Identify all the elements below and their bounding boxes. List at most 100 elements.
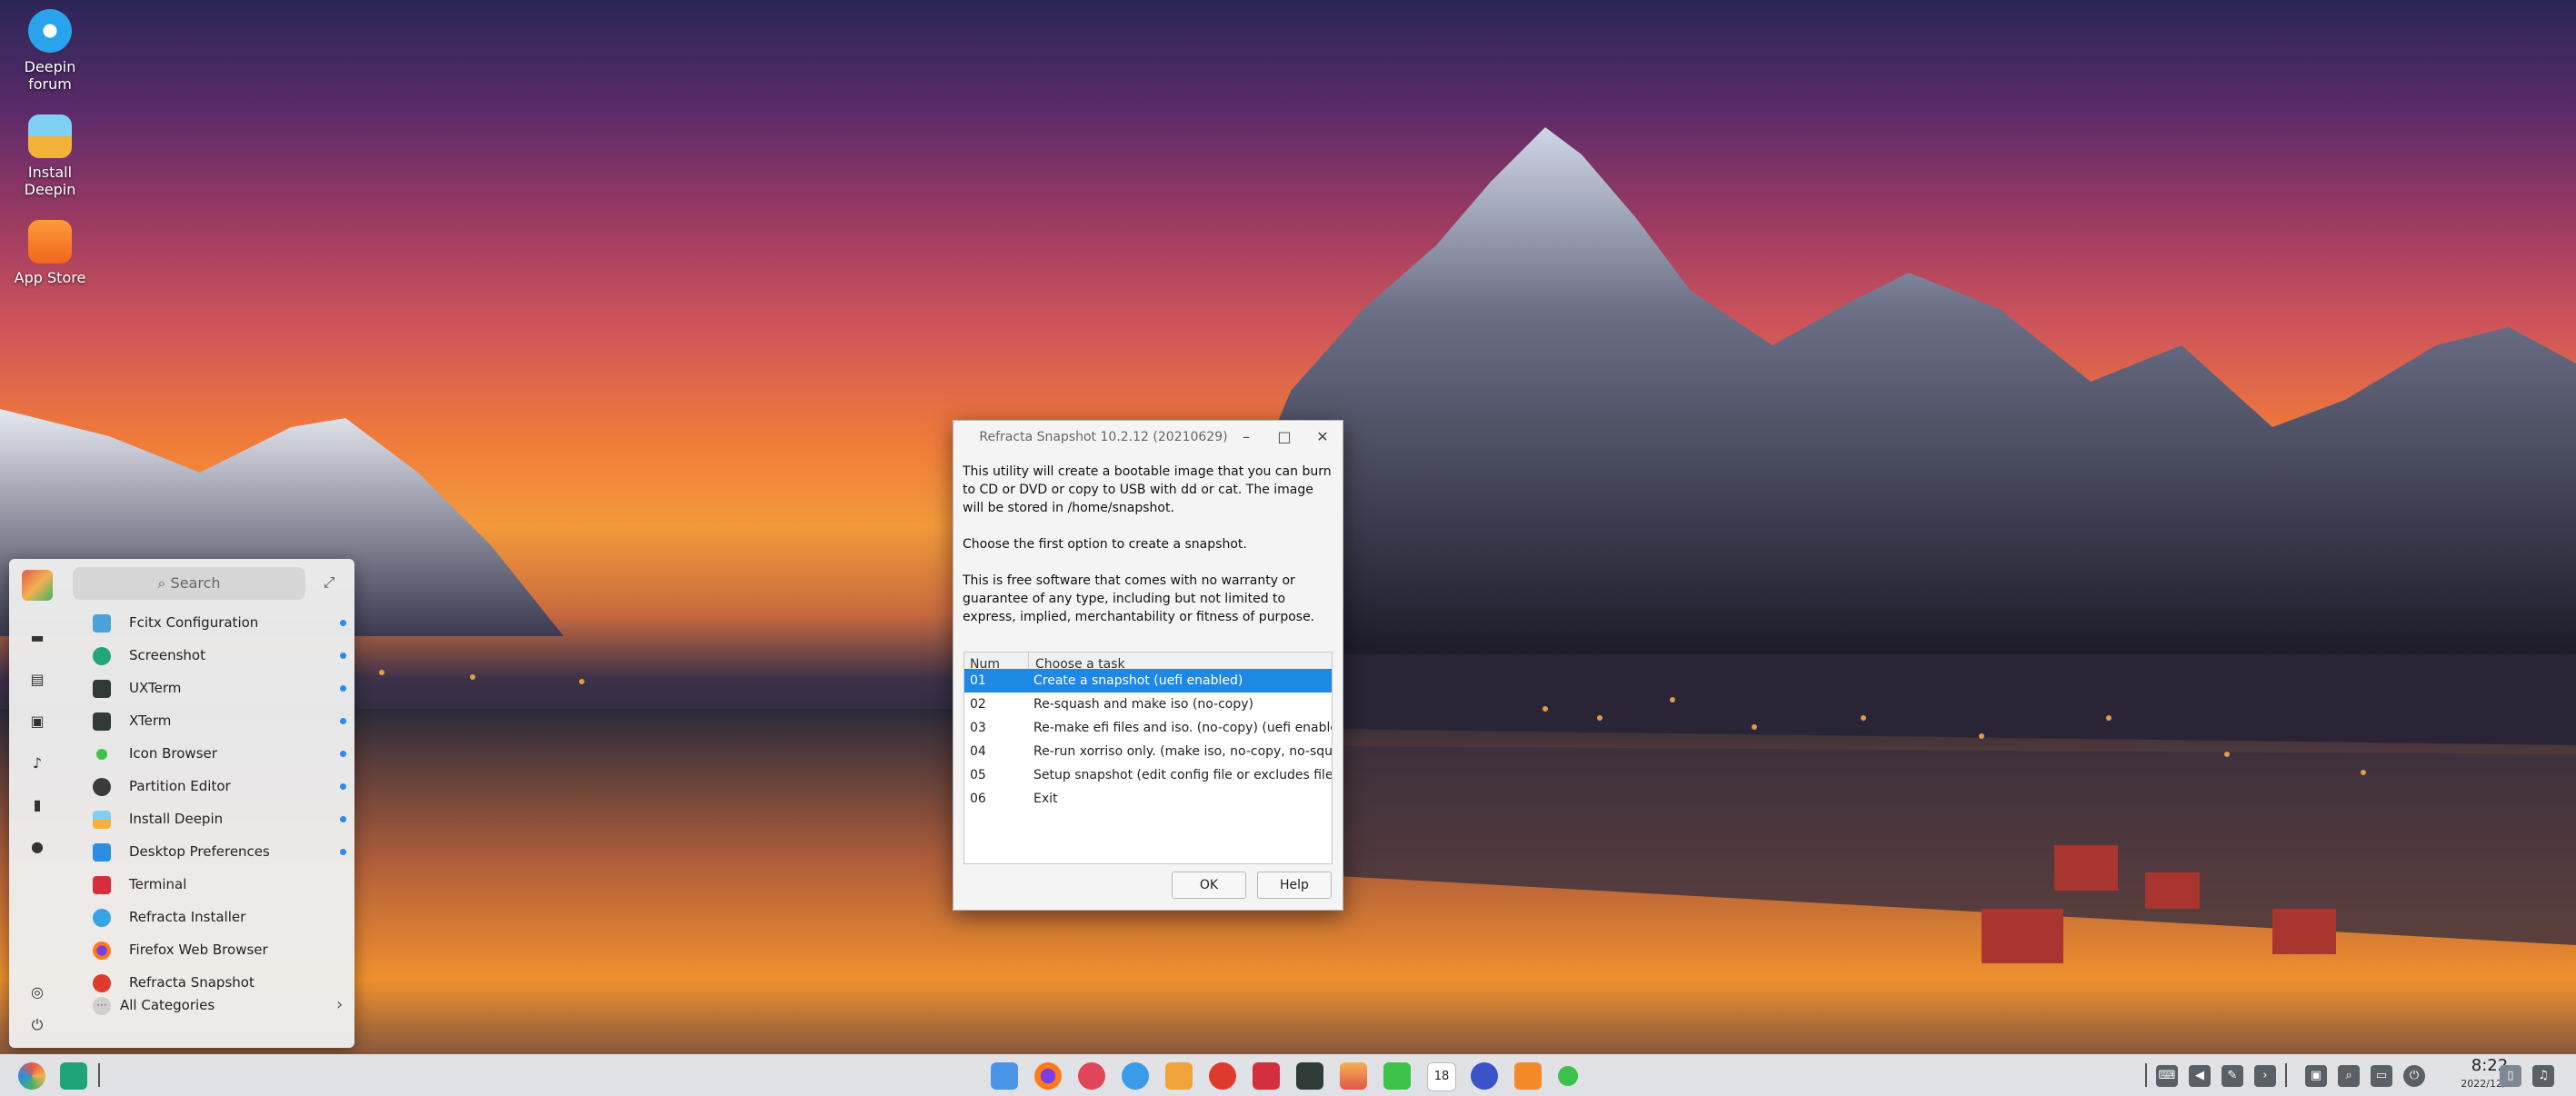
launcher-item-label: Firefox Web Browser (129, 942, 268, 958)
task-row[interactable]: 04 Re-run xorriso only. (make iso, no-co… (964, 740, 1332, 763)
launcher-item-firefox[interactable]: Firefox Web Browser (82, 936, 345, 963)
tray-divider (2145, 1063, 2147, 1087)
launcher-item-install-deepin[interactable]: Install Deepin (82, 805, 346, 832)
settings-gear-icon[interactable]: ◎ (29, 984, 45, 1001)
refracta-snapshot-icon[interactable] (1209, 1062, 1236, 1090)
battery-icon[interactable]: ▯ (2500, 1065, 2521, 1087)
expand-tray-icon[interactable]: › (2254, 1065, 2276, 1087)
new-app-badge (340, 751, 346, 757)
screenshot-icon[interactable]: ▣ (2305, 1065, 2327, 1087)
launcher-item-terminal[interactable]: Terminal (82, 871, 345, 898)
task-row[interactable]: 01 Create a snapshot (uefi enabled) (964, 669, 1332, 692)
new-app-badge (340, 653, 346, 659)
launcher-menu: ▬ ▤ ▣ ♪ ▮ ● ◎ ⏻ ⌕ Search ⤢ Fcitx Configu… (9, 559, 354, 1048)
help-button[interactable]: Help (1257, 872, 1332, 899)
icon-browser-icon (96, 749, 107, 760)
settings-gear-icon[interactable] (1122, 1062, 1149, 1090)
fcitx-config-icon (93, 614, 111, 633)
launcher-item-uxterm[interactable]: UXTerm (82, 674, 346, 702)
fullscreen-expand-icon[interactable]: ⤢ (320, 573, 338, 592)
new-app-badge (340, 849, 346, 855)
show-desktop-icon[interactable] (60, 1062, 87, 1090)
firefox-icon[interactable] (1034, 1062, 1062, 1090)
terminal-icon[interactable] (1253, 1062, 1280, 1090)
new-app-badge (340, 718, 346, 724)
terminal-icon (93, 876, 111, 894)
dialog-license-note: This is free software that comes with no… (963, 573, 1315, 624)
launcher-item-icon-browser[interactable]: Icon Browser (82, 740, 346, 767)
task-label: Create a snapshot (uefi enabled) (1033, 673, 1243, 688)
image-viewer-icon[interactable] (1340, 1062, 1367, 1090)
music-category-icon[interactable]: ♪ (29, 755, 45, 772)
search-icon: ⌕ (157, 574, 171, 592)
xterm-icon[interactable] (1296, 1062, 1323, 1090)
ok-button[interactable]: OK (1172, 872, 1246, 899)
task-label: Re-run xorriso only. (make iso, no-copy,… (1033, 744, 1333, 759)
dialog-instruction: Choose the first option to create a snap… (963, 537, 1247, 552)
task-label: Re-make efi files and iso. (no-copy) (ue… (1033, 721, 1333, 735)
app-store-icon (28, 220, 72, 264)
dialog-description: This utility will create a bootable imag… (963, 464, 1332, 515)
desktop-preferences-icon (93, 843, 111, 862)
archive-manager-icon[interactable] (1165, 1062, 1193, 1090)
task-row[interactable]: 03 Re-make efi files and iso. (no-copy) … (964, 716, 1332, 740)
calendar-day: 18 (1433, 1070, 1450, 1083)
launcher-item-fcitx-configuration[interactable]: Fcitx Configuration (82, 609, 346, 636)
launcher-item-refracta-installer[interactable]: Refracta Installer (82, 903, 345, 931)
deepin-forum-icon (28, 9, 72, 53)
app-store-icon[interactable] (1514, 1062, 1542, 1090)
control-center-icon[interactable] (1471, 1062, 1498, 1090)
close-icon[interactable]: ✕ (1312, 426, 1333, 448)
task-num: 04 (970, 744, 986, 759)
launcher-item-desktop-preferences[interactable]: Desktop Preferences (82, 838, 346, 865)
dialog-titlebar[interactable]: Refracta Snapshot 10.2.12 (20210629) – □… (954, 421, 1343, 453)
install-deepin-icon (93, 811, 111, 829)
keyboard-icon[interactable]: ⌨ (2156, 1065, 2178, 1087)
uxterm-icon (93, 680, 111, 698)
internet-category-icon[interactable]: ▬ (29, 630, 45, 646)
new-app-badge (340, 783, 346, 790)
launcher-item-label: XTerm (129, 712, 172, 729)
refracta-snapshot-icon (93, 974, 111, 992)
launcher-item-label: Desktop Preferences (129, 843, 270, 860)
maximize-icon[interactable]: □ (1273, 426, 1295, 448)
all-categories-button[interactable]: ··· All Categories › (82, 991, 345, 1019)
desktop-icon-label: Deepin (24, 58, 76, 75)
music-icon[interactable] (1383, 1062, 1411, 1090)
new-app-badge (340, 816, 346, 822)
launcher-item-label: Install Deepin (129, 811, 224, 827)
desktop-icon-label: Deepin (24, 181, 76, 198)
minimize-icon[interactable]: – (1235, 426, 1257, 448)
multitask-icon[interactable]: ▭ (2371, 1065, 2392, 1087)
launcher-icon[interactable] (18, 1062, 45, 1090)
info-category-icon[interactable]: ● (29, 839, 45, 855)
video-category-icon[interactable]: ▮ (29, 797, 45, 813)
graphics-category-icon[interactable]: ▣ (29, 713, 45, 730)
avatar[interactable] (22, 570, 53, 601)
firefox-icon (93, 942, 111, 960)
desktop-icon-app-store[interactable]: App Store (0, 220, 100, 286)
volume-icon[interactable]: ◀ (2189, 1065, 2211, 1087)
dialog-body: This utility will create a bootable imag… (963, 463, 1335, 644)
notification-bell-icon[interactable]: ♫ (2532, 1065, 2554, 1087)
search-icon[interactable]: ⌕ (2338, 1065, 2360, 1087)
launcher-item-xterm[interactable]: XTerm (82, 707, 346, 734)
task-row[interactable]: 06 Exit (964, 787, 1332, 811)
task-row[interactable]: 02 Re-squash and make iso (no-copy) (964, 692, 1332, 716)
file-manager-icon[interactable] (991, 1062, 1018, 1090)
launcher-search-input[interactable]: ⌕ Search (73, 567, 305, 600)
task-list[interactable]: Num Choose a task 01 Create a snapshot (… (964, 652, 1333, 864)
launcher-item-label: UXTerm (129, 680, 182, 696)
power-icon[interactable]: ⏻ (29, 1017, 45, 1033)
task-row[interactable]: 05 Setup snapshot (edit config file or e… (964, 763, 1332, 787)
desktop-icon-install-deepin[interactable]: Install Deepin (0, 115, 100, 198)
launcher-item-partition-editor[interactable]: Partition Editor (82, 772, 346, 800)
download-icon[interactable] (1078, 1062, 1105, 1090)
launcher-item-screenshot[interactable]: Screenshot (82, 642, 346, 669)
calendar-icon[interactable]: 18 (1427, 1062, 1456, 1091)
pen-icon[interactable]: ✎ (2222, 1065, 2243, 1087)
power-icon[interactable]: ⏻ (2403, 1065, 2425, 1087)
bottle-icon[interactable] (1558, 1066, 1578, 1086)
desktop-icon-deepin-forum[interactable]: Deepin forum (0, 9, 100, 93)
office-category-icon[interactable]: ▤ (29, 672, 45, 688)
